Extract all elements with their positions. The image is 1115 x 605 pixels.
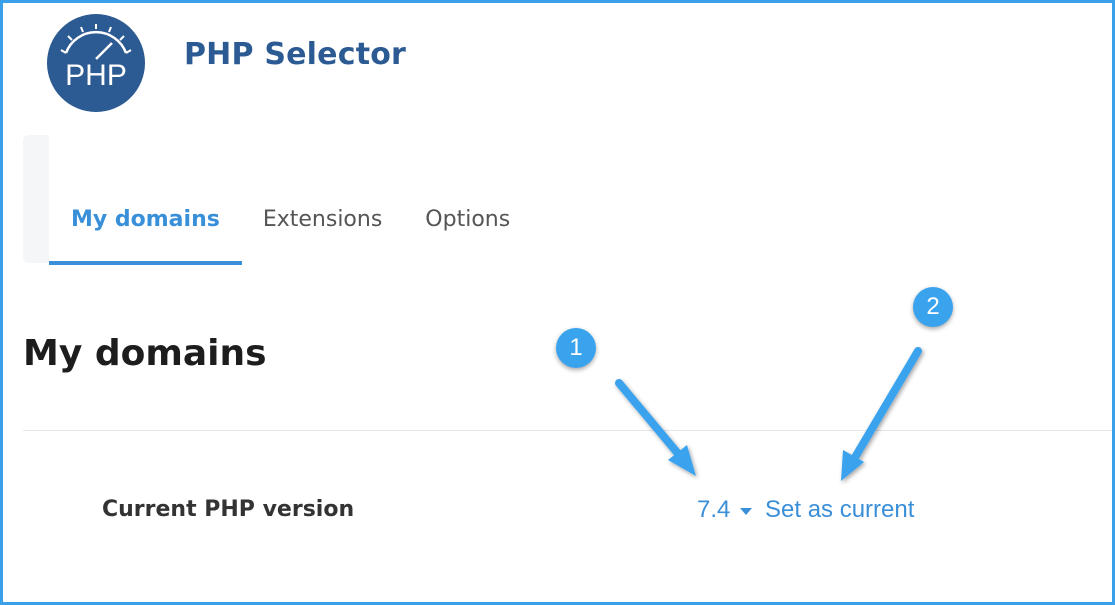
logo-text: PHP	[65, 59, 127, 92]
section-divider	[23, 430, 1112, 431]
current-php-version-label: Current PHP version	[102, 497, 355, 522]
set-as-current-link[interactable]: Set as current	[765, 496, 914, 524]
annotation-badge-2: 2	[913, 287, 953, 327]
caret-down-icon	[740, 507, 753, 515]
tab-extensions[interactable]: Extensions	[242, 193, 404, 265]
annotation-badge-1: 1	[556, 328, 596, 368]
annotation-arrow-2	[841, 347, 922, 481]
php-gauge-icon: PHP	[47, 14, 145, 112]
tab-bar: My domains Extensions Options	[49, 193, 532, 265]
tab-panel-background	[23, 135, 49, 263]
app-frame: PHP PHP Selector My domains Extensions O…	[0, 0, 1115, 605]
php-version-dropdown[interactable]: 7.4	[697, 496, 753, 524]
section-title: My domains	[23, 333, 267, 374]
app-title: PHP Selector	[184, 37, 407, 72]
php-logo: PHP	[46, 13, 146, 113]
php-version-value: 7.4	[697, 496, 731, 523]
tab-options[interactable]: Options	[404, 193, 532, 265]
tab-my-domains[interactable]: My domains	[49, 193, 242, 265]
